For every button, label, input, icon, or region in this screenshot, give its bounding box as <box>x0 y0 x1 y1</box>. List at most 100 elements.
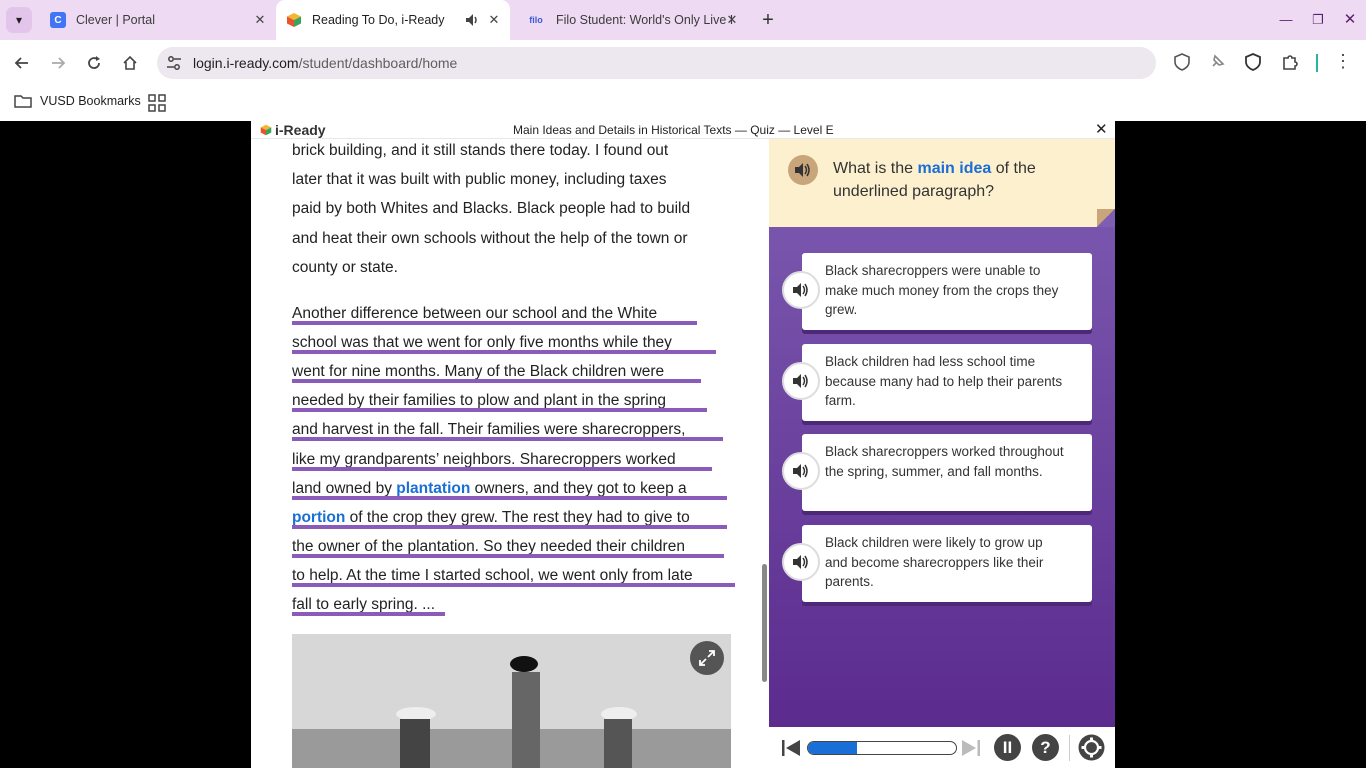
tab-search-button[interactable]: ▾ <box>6 7 32 33</box>
iready-lesson-window: i-Ready Main Ideas and Details in Histor… <box>251 121 1115 768</box>
field-workers-image <box>292 634 731 768</box>
question-prompt: What is the main idea of the underlined … <box>769 139 1115 227</box>
choice-text: Black children were likely to grow up an… <box>825 535 1044 589</box>
skip-back-icon <box>782 740 800 756</box>
back-arrow-icon <box>14 57 28 69</box>
reading-passage[interactable]: brick building, and it still stands ther… <box>251 139 769 768</box>
speaker-icon <box>795 163 810 177</box>
skip-forward-button[interactable] <box>961 739 981 757</box>
speaker-icon <box>793 374 808 388</box>
vocabulary-word-link[interactable]: portion <box>292 509 345 526</box>
bookmark-folder-vusd[interactable]: VUSD Bookmarks <box>14 94 141 108</box>
close-window-button[interactable]: ✕ <box>1339 10 1361 30</box>
sharecroppers-photo <box>292 634 731 768</box>
forward-button[interactable] <box>46 51 70 75</box>
apps-grid-icon[interactable] <box>148 94 166 112</box>
restore-button[interactable]: ❐ <box>1307 10 1329 30</box>
answer-choice-2[interactable]: Black children had less school time beca… <box>782 344 1092 421</box>
url-text: login.i-ready.com/student/dashboard/home <box>193 55 458 71</box>
audio-playing-icon[interactable] <box>464 12 480 28</box>
profile-divider <box>1316 54 1318 72</box>
progress-fill <box>808 742 857 754</box>
close-tab-icon[interactable]: ✕ <box>252 12 268 28</box>
pin-extension-icon[interactable] <box>1207 52 1227 72</box>
answer-choice-1[interactable]: Black sharecroppers were unable to make … <box>782 253 1092 330</box>
help-button[interactable]: ? <box>1032 734 1059 761</box>
close-tab-icon[interactable]: ✕ <box>486 12 502 28</box>
close-tab-icon[interactable]: ✕ <box>724 12 740 28</box>
home-icon <box>123 55 137 70</box>
passage-line: and heat their own schools without the h… <box>292 229 688 247</box>
question-panel: What is the main idea of the underlined … <box>769 139 1115 727</box>
shield-check-icon[interactable] <box>1243 52 1263 72</box>
passage-line: county or state. <box>292 258 398 276</box>
choice-text: Black sharecroppers worked throughout th… <box>825 444 1064 479</box>
underline-mark <box>292 437 723 442</box>
minimize-button[interactable]: — <box>1275 10 1297 30</box>
underline-mark <box>292 408 707 413</box>
lesson-header: i-Ready Main Ideas and Details in Histor… <box>251 121 1115 139</box>
read-choice-button[interactable] <box>782 271 820 309</box>
passage-line: later that it was built with public mone… <box>292 171 667 189</box>
bookmark-label: VUSD Bookmarks <box>40 94 141 108</box>
speaker-icon <box>793 555 808 569</box>
underline-mark <box>292 495 727 500</box>
page-fold <box>1097 209 1115 227</box>
close-lesson-button[interactable]: ✕ <box>1095 121 1108 139</box>
forward-arrow-icon <box>52 57 66 69</box>
read-question-button[interactable] <box>788 155 818 185</box>
underline-mark <box>292 524 727 529</box>
choice-text: Black sharecroppers were unable to make … <box>825 263 1059 317</box>
question-text: What is the main idea of the underlined … <box>833 160 1036 200</box>
underline-mark <box>292 379 701 384</box>
skip-forward-icon <box>962 740 980 756</box>
browser-menu-icon[interactable]: ⋮ <box>1334 51 1352 72</box>
read-choice-button[interactable] <box>782 543 820 581</box>
iready-cube-icon <box>260 124 272 136</box>
restart-button[interactable] <box>781 739 801 757</box>
underline-mark <box>292 612 445 616</box>
underline-mark <box>292 553 724 558</box>
reload-button[interactable] <box>82 51 106 75</box>
tab-strip: ▾ C Clever | Portal ✕ Reading To Do, i-R… <box>0 0 1366 40</box>
home-button[interactable] <box>118 51 142 75</box>
tab-title: Clever | Portal <box>76 13 155 27</box>
lesson-title: Main Ideas and Details in Historical Tex… <box>513 123 834 137</box>
progress-bar <box>807 741 957 755</box>
controls-divider <box>1069 735 1070 761</box>
underline-mark <box>292 321 697 325</box>
tab-clever[interactable]: C Clever | Portal ✕ <box>40 0 276 40</box>
pause-button[interactable]: II <box>994 734 1021 761</box>
tab-iready[interactable]: Reading To Do, i-Ready ✕ <box>276 0 510 40</box>
main-idea-term: main idea <box>917 160 992 177</box>
expand-image-button[interactable] <box>690 641 724 675</box>
extensions-puzzle-icon[interactable] <box>1280 52 1300 72</box>
read-choice-button[interactable] <box>782 452 820 490</box>
iready-logo: i-Ready <box>260 122 326 138</box>
underline-mark <box>292 350 716 355</box>
passage-scrollbar[interactable] <box>762 564 767 682</box>
choice-text: Black children had less school time beca… <box>825 354 1063 408</box>
settings-button[interactable] <box>1078 734 1105 761</box>
iready-icon <box>286 12 302 28</box>
address-bar[interactable]: login.i-ready.com/student/dashboard/home <box>157 47 1156 79</box>
folder-icon <box>14 95 32 108</box>
tab-filo[interactable]: filo Filo Student: World's Only Live I ✕ <box>516 0 748 40</box>
passage-line: paid by both Whites and Blacks. Black pe… <box>292 200 691 218</box>
answer-choice-3[interactable]: Black sharecroppers worked throughout th… <box>782 434 1092 511</box>
answer-choice-4[interactable]: Black children were likely to grow up an… <box>782 525 1092 602</box>
bookmarks-bar: VUSD Bookmarks <box>0 86 1366 121</box>
reload-icon <box>88 56 100 69</box>
back-button[interactable] <box>10 51 34 75</box>
shield-extension-icon[interactable] <box>1172 52 1192 72</box>
tab-title: Filo Student: World's Only Live I <box>556 13 734 27</box>
gear-icon <box>1078 734 1105 761</box>
expand-icon <box>699 650 715 666</box>
vocabulary-word-link[interactable]: plantation <box>396 480 470 497</box>
underline-mark <box>292 466 712 471</box>
browser-toolbar: login.i-ready.com/student/dashboard/home… <box>0 40 1366 86</box>
speaker-icon <box>793 464 808 478</box>
read-choice-button[interactable] <box>782 362 820 400</box>
new-tab-button[interactable]: + <box>758 10 778 30</box>
passage-line: brick building, and it still stands ther… <box>292 142 669 159</box>
